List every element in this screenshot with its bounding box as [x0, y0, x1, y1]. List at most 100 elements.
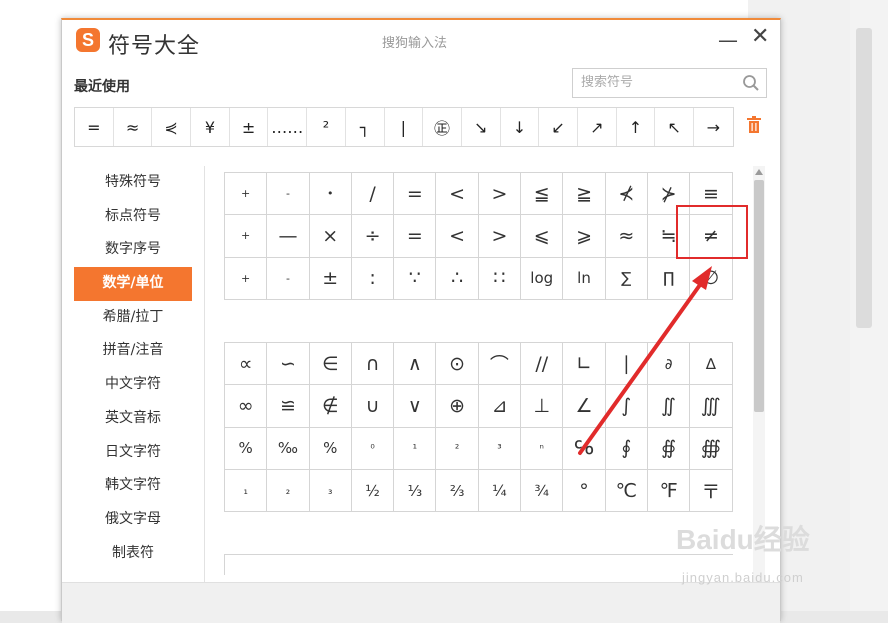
symbol-cell[interactable]: 〒: [690, 469, 733, 513]
recent-symbol[interactable]: ↓: [501, 108, 540, 146]
symbol-cell[interactable]: ∨: [394, 385, 437, 428]
recent-symbol[interactable]: ¥: [191, 108, 230, 146]
symbol-cell[interactable]: ∷: [478, 257, 522, 300]
symbol-cell[interactable]: ∣: [605, 343, 648, 386]
symbol-cell[interactable]: ×: [309, 215, 352, 258]
symbol-cell[interactable]: ‰: [267, 427, 310, 470]
symbol-cell[interactable]: ³: [478, 427, 522, 470]
sidebar-item[interactable]: 希腊/拉丁: [74, 301, 192, 335]
symbol-cell[interactable]: ∉: [309, 385, 352, 428]
sidebar-item[interactable]: 制表符: [74, 537, 192, 571]
sidebar-item[interactable]: 韩文字符: [74, 469, 192, 503]
recent-symbol[interactable]: ㊣: [423, 108, 462, 146]
recent-symbol[interactable]: ↑: [617, 108, 656, 146]
symbol-cell[interactable]: ∟: [563, 343, 606, 386]
symbol-cell[interactable]: ∯: [647, 427, 691, 470]
symbol-cell[interactable]: ⊙: [436, 343, 479, 386]
symbol-cell[interactable]: -: [267, 173, 310, 216]
symbol-cell[interactable]: ∠: [563, 385, 606, 428]
symbol-cell[interactable]: ∂: [647, 343, 691, 386]
symbol-cell[interactable]: ≈: [605, 215, 648, 258]
symbol-cell[interactable]: >: [478, 173, 522, 216]
symbol-cell[interactable]: <: [436, 173, 479, 216]
symbol-cell[interactable]: ∈: [309, 343, 352, 386]
symbol-cell[interactable]: ≌: [267, 385, 310, 428]
sidebar-item[interactable]: 标点符号: [74, 200, 192, 234]
symbol-cell[interactable]: ⅓: [394, 469, 437, 513]
symbol-cell[interactable]: ¼: [478, 469, 522, 513]
symbol-cell[interactable]: ∩: [351, 343, 395, 386]
symbol-cell[interactable]: +: [225, 215, 268, 258]
symbol-cell[interactable]: ⊥: [521, 385, 564, 428]
symbol-cell[interactable]: ⅔: [436, 469, 479, 513]
symbol-cell[interactable]: ∰: [690, 427, 733, 470]
symbol-cell[interactable]: ∑: [605, 257, 648, 300]
symbol-cell[interactable]: ½: [351, 469, 395, 513]
sidebar-item[interactable]: 特殊符号: [74, 166, 192, 200]
recent-symbol[interactable]: ↗: [578, 108, 617, 146]
sidebar-item[interactable]: 英文音标: [74, 402, 192, 436]
symbol-cell[interactable]: ⩾: [563, 215, 606, 258]
symbol-cell[interactable]: ∅: [690, 257, 733, 300]
symbol-cell[interactable]: °: [563, 469, 606, 513]
search-icon[interactable]: [742, 74, 760, 92]
recent-symbol[interactable]: ↙: [539, 108, 578, 146]
search-input[interactable]: [573, 69, 741, 95]
symbol-cell[interactable]: log: [521, 257, 564, 300]
symbol-cell[interactable]: ∬: [647, 385, 691, 428]
symbol-cell[interactable]: +: [225, 173, 268, 216]
symbol-cell[interactable]: ℉: [647, 469, 691, 513]
symbol-cell[interactable]: ¾: [521, 469, 564, 513]
symbol-cell[interactable]: ⊕: [436, 385, 479, 428]
symbol-cell[interactable]: —: [267, 215, 310, 258]
symbol-cell[interactable]: ∝: [225, 343, 268, 386]
symbol-cell[interactable]: =: [394, 215, 437, 258]
symbol-cell[interactable]: %: [225, 427, 268, 470]
recent-symbol[interactable]: ↘: [462, 108, 501, 146]
symbol-cell[interactable]: ¹: [394, 427, 437, 470]
symbol-cell[interactable]: ⊀: [605, 173, 648, 216]
recent-symbol[interactable]: ⋞: [152, 108, 192, 146]
symbol-cell[interactable]: ⌒: [478, 343, 522, 386]
symbol-cell[interactable]: ₁: [225, 469, 268, 513]
symbol-cell[interactable]: <: [436, 215, 479, 258]
sidebar-item[interactable]: 日文字符: [74, 436, 192, 470]
sidebar-item[interactable]: 拼音/注音: [74, 334, 192, 368]
symbol-cell[interactable]: ⊿: [478, 385, 522, 428]
symbol-cell[interactable]: ²: [436, 427, 479, 470]
symbol-cell[interactable]: ∮: [605, 427, 648, 470]
symbol-cell[interactable]: ∴: [436, 257, 479, 300]
symbol-cell[interactable]: ∭: [690, 385, 733, 428]
symbol-cell[interactable]: %: [309, 427, 352, 470]
symbol-cell[interactable]: ±: [309, 257, 352, 300]
symbol-cell[interactable]: •: [309, 173, 352, 216]
sidebar-item[interactable]: 中文字符: [74, 368, 192, 402]
recent-symbol[interactable]: ≈: [114, 108, 153, 146]
trash-icon[interactable]: [746, 116, 762, 134]
symbol-cell[interactable]: ⩽: [521, 215, 564, 258]
symbol-cell[interactable]: +: [225, 257, 268, 300]
sidebar-item[interactable]: 俄文字母: [74, 503, 192, 537]
symbol-cell[interactable]: ₂: [267, 469, 310, 513]
recent-symbol[interactable]: →: [694, 108, 733, 146]
symbol-cell[interactable]: ∫: [605, 385, 648, 428]
symbol-cell[interactable]: ≦: [521, 173, 564, 216]
symbol-cell[interactable]: :: [351, 257, 395, 300]
symbol-cell[interactable]: ∽: [267, 343, 310, 386]
symbol-cell[interactable]: ⁰: [351, 427, 395, 470]
symbol-cell[interactable]: //: [521, 343, 564, 386]
scroll-up-arrow-icon[interactable]: [755, 169, 763, 175]
symbol-cell[interactable]: =: [394, 173, 437, 216]
symbol-cell[interactable]: ℃: [605, 469, 648, 513]
page-scrollbar-thumb[interactable]: [856, 28, 872, 328]
sidebar-item[interactable]: 数字序号: [74, 233, 192, 267]
symbol-cell[interactable]: ∧: [394, 343, 437, 386]
symbol-cell[interactable]: >: [478, 215, 522, 258]
symbol-cell[interactable]: ℅: [563, 427, 606, 470]
recent-symbol[interactable]: |: [385, 108, 424, 146]
recent-symbol[interactable]: ²: [307, 108, 346, 146]
recent-symbol[interactable]: ↖: [655, 108, 694, 146]
recent-symbol[interactable]: ±: [230, 108, 269, 146]
recent-symbol[interactable]: =: [75, 108, 114, 146]
symbol-cell[interactable]: -: [267, 257, 310, 300]
